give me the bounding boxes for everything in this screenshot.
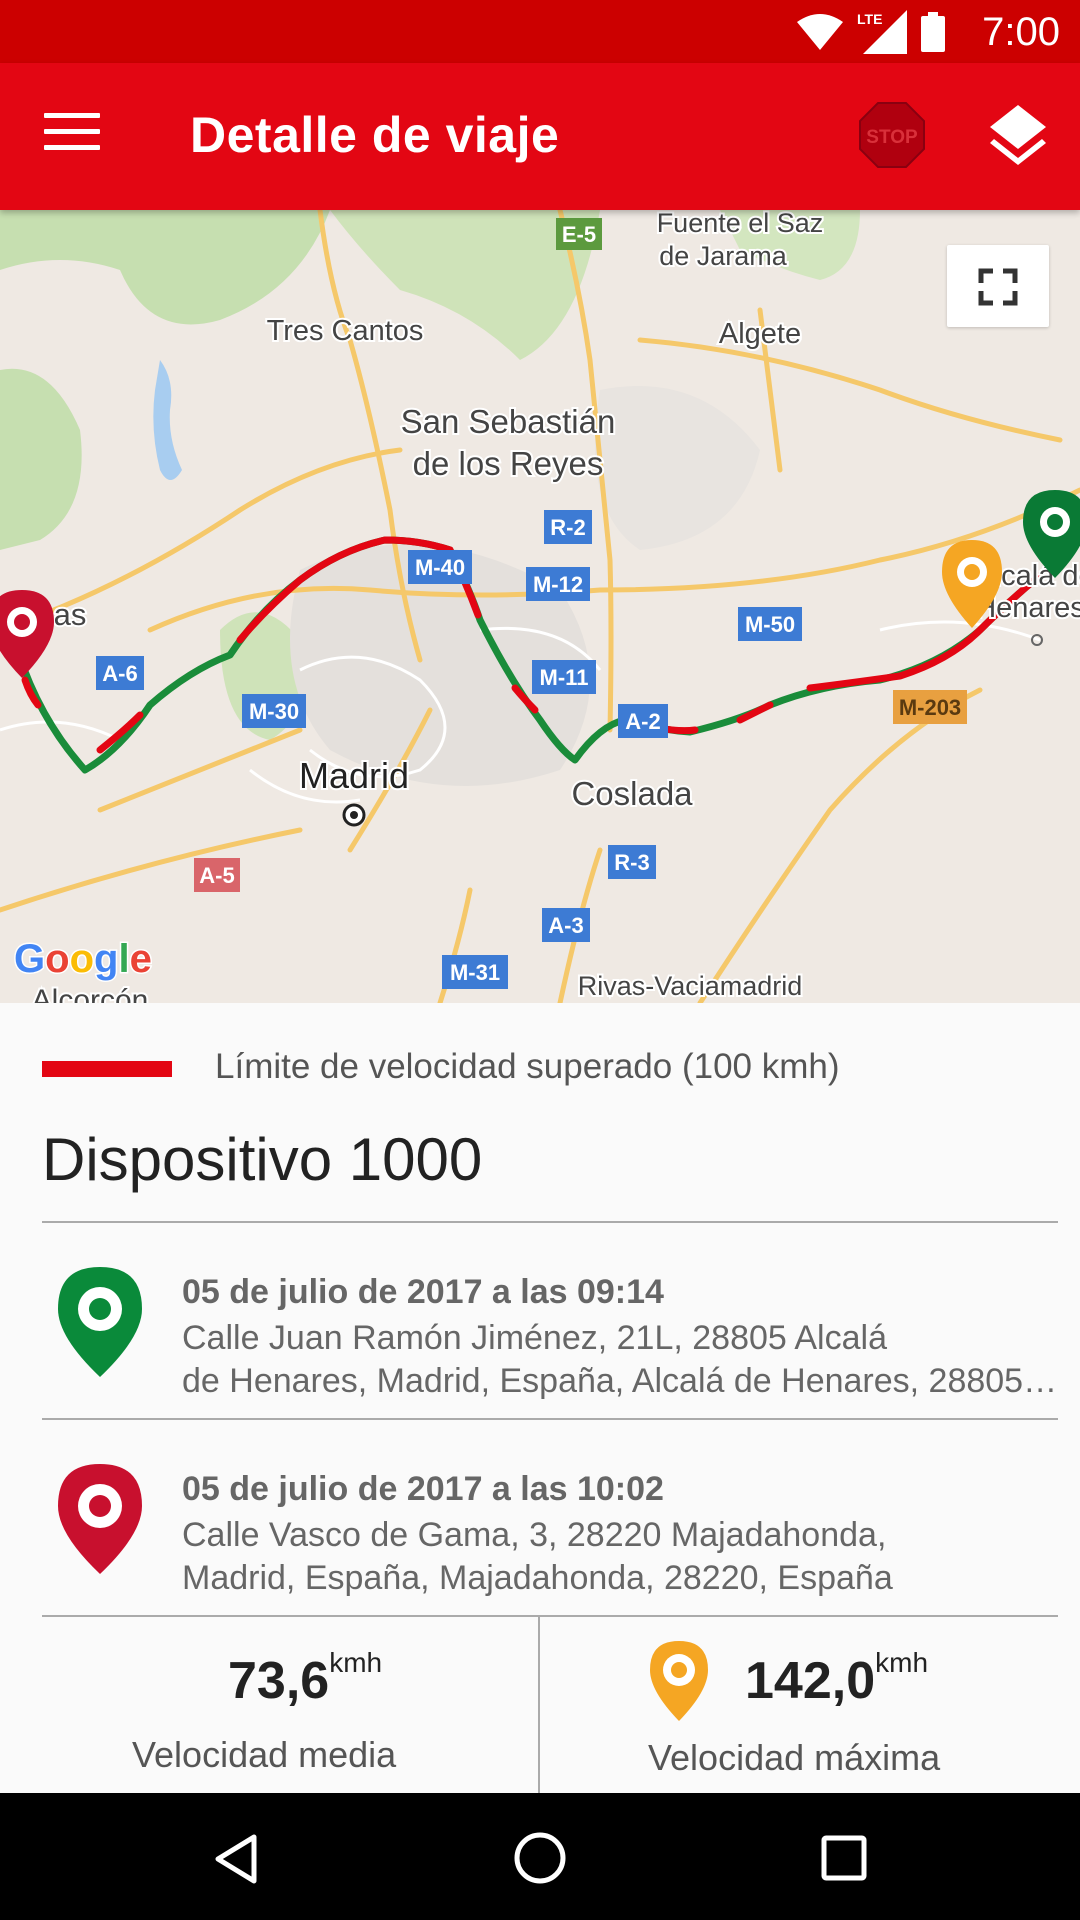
trip-end-address: Calle Vasco de Gama, 3, 28220 Majadahond… — [182, 1516, 893, 1597]
recents-icon[interactable] — [820, 1834, 868, 1882]
fullscreen-button[interactable] — [947, 245, 1049, 327]
max-speed-value: 142,0kmh — [745, 1647, 929, 1710]
avg-speed-value: 73,6kmh — [228, 1647, 383, 1710]
trip-end-date: 05 de julio de 2017 a las 10:02 — [182, 1470, 664, 1508]
legend-swatch — [42, 1061, 172, 1077]
trip-start-date: 05 de julio de 2017 a las 09:14 — [182, 1273, 664, 1311]
svg-text:San Sebastián: San Sebastián — [401, 403, 616, 440]
page-title: Detalle de viaje — [190, 107, 560, 163]
battery-icon — [921, 12, 945, 52]
menu-icon[interactable] — [44, 113, 100, 161]
system-nav-bar — [0, 1793, 1080, 1920]
max-speed-label: Velocidad máxima — [648, 1737, 941, 1778]
svg-text:A-2: A-2 — [625, 709, 660, 734]
status-bar: LTE 7:00 — [0, 0, 1080, 63]
end-pin-icon — [58, 1464, 142, 1574]
svg-text:Google: Google — [14, 937, 152, 981]
route-map[interactable]: E-5 R-2 M-40 M-12 M-50 M-11 A-6 M-30 A-2… — [0, 210, 1080, 1003]
trip-end-item: 05 de julio de 2017 a las 10:02 Calle Va… — [42, 1442, 1058, 1622]
svg-text:M-40: M-40 — [415, 555, 465, 580]
divider — [42, 1418, 1058, 1420]
speed-stats: 73,6kmh Velocidad media 142,0kmh Velocid… — [0, 1617, 1080, 1793]
stop-icon[interactable]: STOP — [858, 101, 926, 169]
svg-text:Rivas-Vaciamadrid: Rivas-Vaciamadrid — [578, 971, 803, 1001]
start-pin-icon — [58, 1267, 142, 1377]
svg-text:M-12: M-12 — [533, 572, 583, 597]
svg-text:Coslada: Coslada — [571, 775, 693, 812]
stats-separator — [538, 1617, 540, 1793]
home-icon[interactable] — [513, 1831, 567, 1885]
svg-text:R-3: R-3 — [614, 850, 649, 875]
clock: 7:00 — [982, 10, 1060, 54]
svg-text:STOP: STOP — [866, 127, 918, 148]
divider — [42, 1221, 1058, 1223]
svg-text:Tres Cantos: Tres Cantos — [267, 315, 424, 347]
wifi-icon — [797, 14, 843, 50]
svg-text:M-203: M-203 — [899, 695, 961, 720]
svg-text:de Jarama: de Jarama — [659, 241, 788, 271]
svg-text:de los Reyes: de los Reyes — [413, 445, 604, 482]
app-bar: Detalle de viaje STOP — [0, 63, 1080, 210]
svg-text:M-30: M-30 — [249, 699, 299, 724]
signal-icon: LTE — [857, 10, 907, 54]
svg-text:Fuente el Saz: Fuente el Saz — [657, 210, 824, 238]
svg-text:Algete: Algete — [719, 318, 801, 350]
svg-text:Madrid: Madrid — [299, 755, 409, 796]
back-icon[interactable] — [212, 1833, 260, 1885]
svg-text:A-5: A-5 — [199, 863, 234, 888]
layers-icon[interactable] — [988, 103, 1048, 167]
svg-text:R-2: R-2 — [550, 515, 585, 540]
svg-text:as: as — [54, 597, 87, 632]
svg-text:M-11: M-11 — [540, 665, 589, 690]
avg-speed-label: Velocidad media — [132, 1734, 397, 1775]
legend-text: Límite de velocidad superado (100 kmh) — [215, 1047, 840, 1086]
svg-text:Alcorcón: Alcorcón — [32, 984, 149, 1003]
svg-text:A-6: A-6 — [102, 661, 137, 686]
svg-text:M-31: M-31 — [450, 960, 500, 985]
svg-text:LTE: LTE — [857, 11, 882, 27]
trip-start-item: 05 de julio de 2017 a las 09:14 Calle Ju… — [42, 1245, 1058, 1425]
device-name: Dispositivo 1000 — [42, 1126, 483, 1193]
trip-start-address: Calle Juan Ramón Jiménez, 21L, 28805 Alc… — [182, 1319, 1058, 1400]
max-speed-pin-icon — [650, 1641, 708, 1721]
svg-text:A-3: A-3 — [548, 913, 583, 938]
svg-text:E-5: E-5 — [562, 222, 596, 247]
status-icons: LTE — [797, 10, 945, 54]
svg-text:M-50: M-50 — [745, 612, 795, 637]
speed-limit-legend: Límite de velocidad superado (100 kmh) — [42, 1045, 1042, 1095]
fullscreen-icon — [978, 268, 1018, 306]
